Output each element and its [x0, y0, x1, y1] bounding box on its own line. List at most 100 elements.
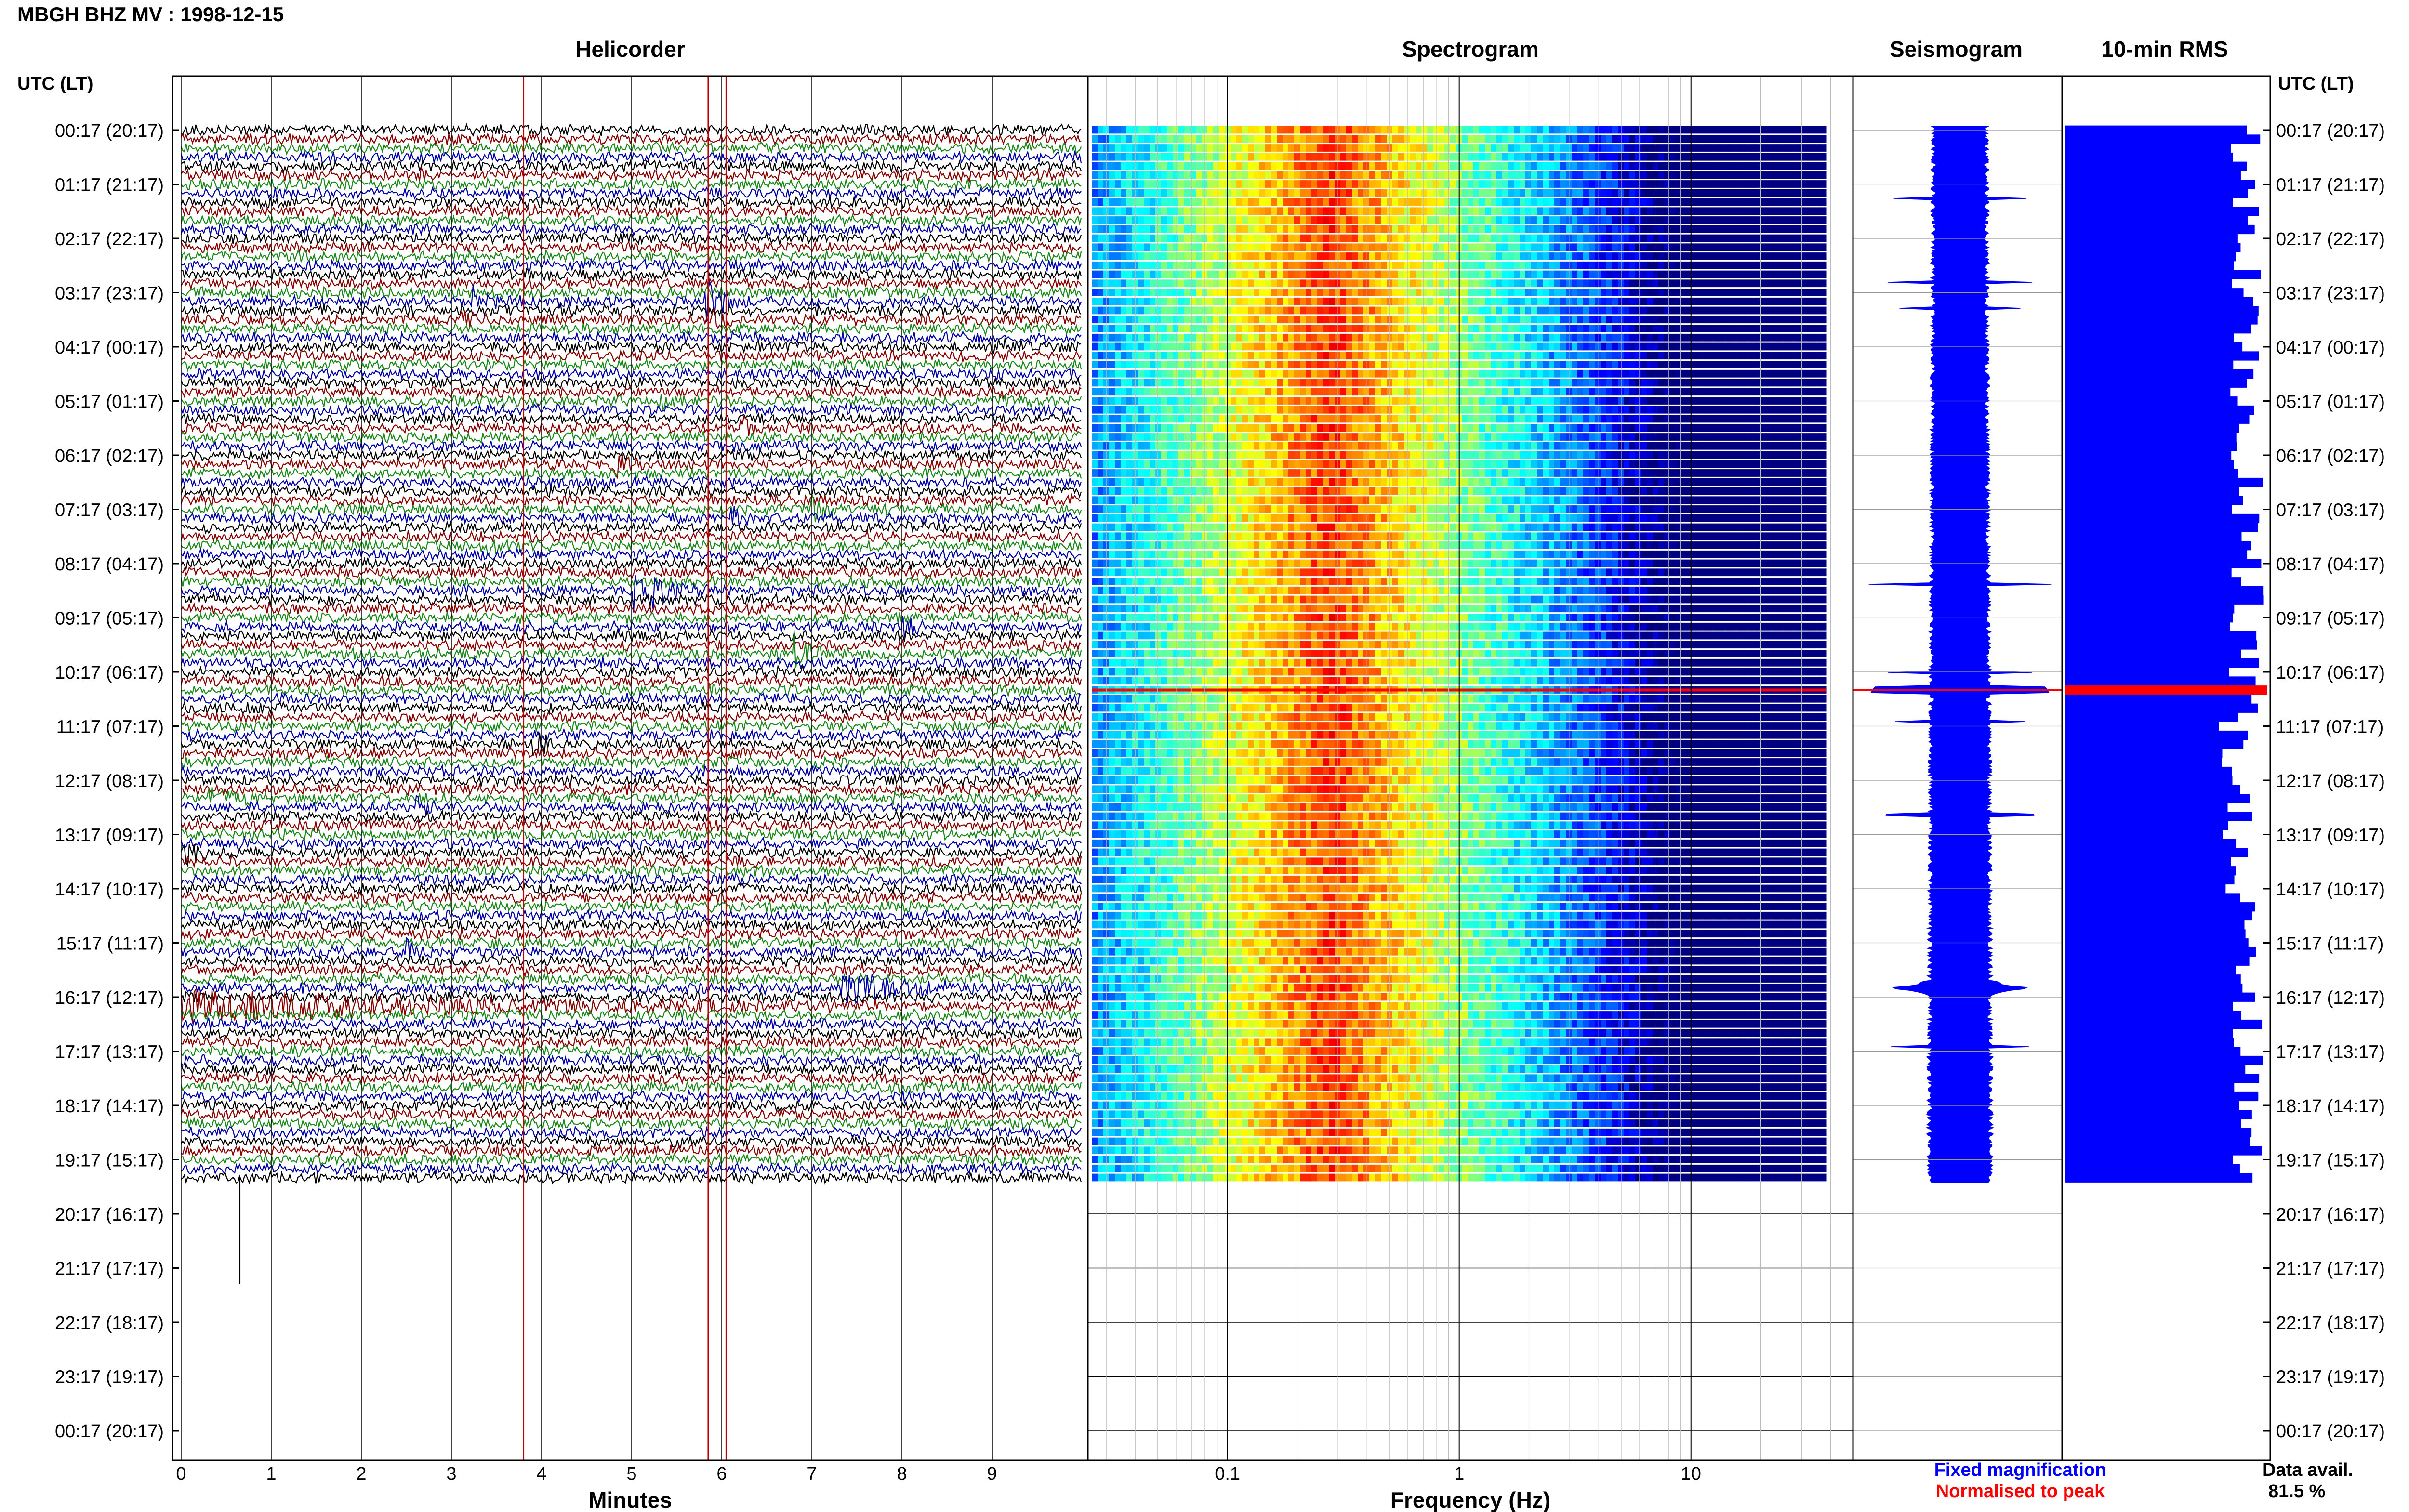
time-tick-label-left: 20:17 (16:17): [55, 1205, 164, 1225]
rms-bar: [2065, 595, 2264, 605]
rms-bar: [2065, 279, 2232, 289]
time-axis-header-left: UTC (LT): [17, 74, 93, 94]
rms-bar: [2065, 929, 2246, 939]
minute-tick-label: 4: [536, 1464, 546, 1484]
time-tick-label-right: 21:17 (17:17): [2276, 1259, 2385, 1279]
rms-bar: [2065, 532, 2242, 541]
rms-bar: [2065, 640, 2257, 650]
rms-bar: [2065, 911, 2252, 921]
time-tick-label-left: 16:17 (12:17): [55, 988, 164, 1008]
rms-bar: [2065, 261, 2234, 271]
helicorder-trace: [181, 240, 1082, 255]
rms-bar: [2065, 1055, 2263, 1065]
helicorder-trace: [181, 266, 1082, 282]
rms-bar: [2065, 586, 2264, 596]
helicorder-trace: [181, 773, 1082, 788]
helicorder-trace: [180, 628, 1082, 644]
rms-bar: [2065, 821, 2228, 830]
rms-bar: [2065, 460, 2235, 469]
rms-bar: [2065, 920, 2245, 930]
rms-bar: [2065, 1155, 2233, 1165]
rms-bar: [2065, 1028, 2233, 1038]
rms-bar: [2065, 559, 2262, 568]
helicorder-trace: [181, 415, 1082, 436]
rms-bar: [2065, 197, 2233, 207]
helicorder-trace: [180, 655, 1082, 671]
minute-tick-label: 3: [446, 1464, 456, 1484]
helicorder-trace: [181, 972, 1082, 986]
helicorder-trace: [181, 1016, 1082, 1032]
rms-title: 10-min RMS: [2101, 37, 2228, 62]
helicorder-figure: MBGH BHZ MV : 1998-12-15 Helicorder Spec…: [17, 3, 2385, 1512]
helicorder-trace: [180, 402, 1082, 418]
seismogram-trace: [1853, 126, 2062, 1183]
time-tick-label-left: 04:17 (00:17): [55, 338, 164, 358]
time-tick-label-right: 01:17 (21:17): [2276, 175, 2385, 196]
rms-bar: [2065, 1110, 2252, 1119]
helicorder-trace: [180, 141, 1082, 156]
rms-bar: [2065, 604, 2235, 614]
time-tick-label-right: 02:17 (22:17): [2276, 229, 2385, 250]
rms-bar: [2065, 739, 2244, 749]
rms-bar: [2065, 730, 2248, 740]
helicorder-trace: [180, 962, 1082, 978]
helicorder-trace: [181, 1007, 1082, 1023]
helicorder-trace: [181, 565, 1082, 580]
rms-bar: [2065, 1038, 2234, 1047]
rms-bar: [2065, 297, 2253, 307]
helicorder-trace: [181, 203, 1082, 219]
rms-bar: [2065, 1011, 2242, 1020]
time-tick-label-right: 11:17 (07:17): [2276, 717, 2383, 737]
time-tick-label-left: 00:17 (20:17): [55, 121, 164, 141]
helicorder-xlabel: Minutes: [588, 1487, 672, 1512]
time-tick-label-right: 13:17 (09:17): [2276, 826, 2385, 846]
rms-bar: [2065, 667, 2229, 677]
time-tick-label-left: 19:17 (15:17): [55, 1151, 164, 1171]
helicorder-trace: [180, 375, 1082, 391]
rms-bar: [2065, 161, 2247, 171]
time-tick-label-left: 22:17 (18:17): [55, 1313, 164, 1333]
rms-bar: [2065, 1001, 2233, 1011]
helicorder-trace: [180, 926, 1082, 941]
minute-tick-label: 2: [356, 1464, 366, 1484]
time-tick-label-left: 02:17 (22:17): [55, 229, 164, 250]
rms-bar: [2065, 866, 2236, 876]
minute-tick-label: 8: [897, 1464, 907, 1484]
time-axis-header-right: UTC (LT): [2278, 74, 2354, 94]
time-tick-label-right: 00:17 (20:17): [2276, 1421, 2385, 1442]
helicorder-trace: [180, 1107, 1082, 1122]
helicorder-trace: [181, 1161, 1082, 1176]
helicorder-trace: [181, 917, 1082, 932]
minute-tick-label: 6: [716, 1464, 727, 1484]
helicorder-trace: [181, 881, 1082, 896]
rms-bar: [2065, 703, 2258, 713]
helicorder-trace: [181, 1043, 1082, 1059]
minute-tick-label: 5: [626, 1464, 636, 1484]
rms-bar: [2065, 1083, 2235, 1092]
time-tick-label-left: 14:17 (10:17): [55, 880, 164, 900]
rms-bar: [2065, 450, 2232, 460]
rms-bar: [2065, 776, 2233, 785]
helicorder-trace: [181, 1089, 1082, 1104]
rms-bar: [2065, 1019, 2263, 1029]
helicorder-trace: [181, 1071, 1082, 1086]
rms-bar: [2065, 802, 2228, 813]
rms-bar: [2065, 758, 2222, 767]
spectrogram-xlabel: Frequency (Hz): [1390, 1487, 1550, 1512]
helicorder-trace: [181, 330, 1082, 346]
helicorder-trace: [181, 1125, 1082, 1140]
helicorder-trace: [181, 348, 1082, 364]
rms-bar: [2065, 513, 2260, 524]
rms-bar: [2065, 134, 2261, 144]
time-tick-label-left: 01:17 (21:17): [55, 175, 164, 196]
time-tick-label-right: 12:17 (08:17): [2276, 771, 2385, 791]
rms-bar: [2065, 631, 2257, 641]
rms-bar: [2065, 1101, 2239, 1110]
rms-bar: [2065, 785, 2240, 794]
rms-bar: [2065, 152, 2233, 162]
helicorder-trace: [181, 231, 1082, 246]
time-tick-label-right: 06:17 (02:17): [2276, 446, 2385, 466]
helicorder-trace: [181, 1026, 1082, 1041]
helicorder-trace: [181, 727, 1082, 743]
helicorder-trace: [181, 538, 1082, 556]
